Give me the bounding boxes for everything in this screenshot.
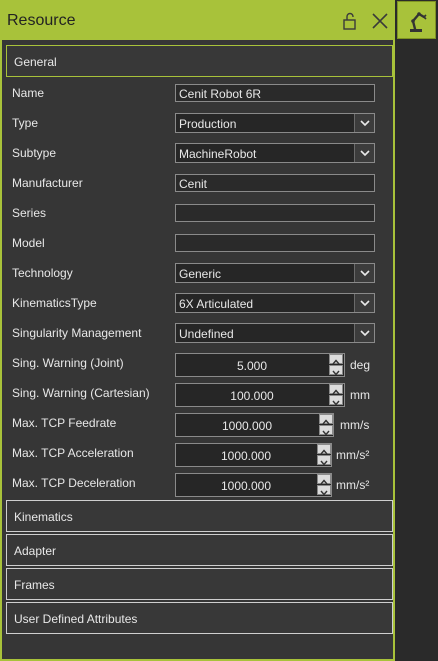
- name-field[interactable]: Cenit Robot 6R: [175, 84, 375, 102]
- section-kinematics[interactable]: Kinematics: [6, 500, 393, 532]
- sing-cart-spinner[interactable]: 100.000: [175, 383, 345, 407]
- tcp-dec-spinner[interactable]: 1000.000: [175, 473, 332, 497]
- type-value: Production: [179, 117, 237, 131]
- kinematics-type-select[interactable]: 6X Articulated: [175, 293, 375, 313]
- spin-up-icon[interactable]: [319, 414, 333, 425]
- technology-value: Generic: [179, 267, 222, 281]
- spin-up-icon[interactable]: [329, 384, 343, 395]
- spin-down-icon[interactable]: [329, 365, 343, 376]
- kinematics-type-value: 6X Articulated: [179, 297, 254, 311]
- tcp-dec-value: 1000.000: [220, 479, 272, 493]
- tcp-acc-value: 1000.000: [220, 449, 272, 463]
- tcp-feed-label: Max. TCP Feedrate: [12, 416, 117, 430]
- tcp-dec-unit: mm/s²: [336, 478, 370, 492]
- sing-joint-unit: deg: [350, 358, 371, 372]
- spin-down-icon[interactable]: [317, 485, 331, 496]
- tcp-feed-value: 1000.000: [221, 419, 273, 433]
- technology-select[interactable]: Generic: [175, 263, 375, 283]
- robot-arm-icon: [410, 12, 427, 32]
- model-label: Model: [12, 236, 45, 250]
- sing-joint-spinner[interactable]: 5.000: [175, 353, 345, 377]
- spin-down-icon[interactable]: [329, 395, 343, 406]
- tcp-acc-unit: mm/s²: [336, 448, 370, 462]
- tcp-acc-label: Max. TCP Acceleration: [12, 446, 134, 460]
- chevron-down-icon[interactable]: [354, 114, 374, 132]
- spin-down-icon[interactable]: [319, 425, 333, 436]
- tcp-acc-spinner[interactable]: 1000.000: [175, 443, 332, 467]
- section-general[interactable]: General: [6, 45, 393, 77]
- panel-titlebar: Resource: [2, 2, 393, 40]
- technology-label: Technology: [12, 266, 73, 280]
- sing-cart-unit: mm: [350, 388, 370, 402]
- sing-cart-value: 100.000: [230, 389, 274, 403]
- tcp-feed-unit: mm/s: [340, 418, 370, 432]
- panel-title: Resource: [7, 12, 76, 29]
- spin-up-icon[interactable]: [329, 354, 343, 365]
- chevron-down-icon[interactable]: [354, 264, 374, 282]
- chevron-down-icon[interactable]: [354, 294, 374, 312]
- chevron-down-icon[interactable]: [354, 324, 374, 342]
- kinematics-type-label: KinematicsType: [12, 296, 97, 310]
- model-field[interactable]: [175, 234, 375, 252]
- manufacturer-field[interactable]: Cenit: [175, 174, 375, 192]
- chevron-down-icon[interactable]: [354, 144, 374, 162]
- sing-joint-label: Sing. Warning (Joint): [12, 356, 124, 370]
- resource-panel: Resource General Name Cenit Robot 6R Typ…: [0, 0, 395, 661]
- tcp-dec-label: Max. TCP Deceleration: [12, 476, 136, 490]
- name-label: Name: [12, 86, 45, 100]
- section-frames[interactable]: Frames: [6, 568, 393, 600]
- resource-toggle-button[interactable]: [397, 1, 436, 39]
- singularity-select[interactable]: Undefined: [175, 323, 375, 343]
- singularity-value: Undefined: [179, 327, 234, 341]
- series-field[interactable]: [175, 204, 375, 222]
- section-user-defined[interactable]: User Defined Attributes: [6, 602, 393, 634]
- manufacturer-label: Manufacturer: [12, 176, 83, 190]
- subtype-label: Subtype: [12, 146, 57, 160]
- subtype-value: MachineRobot: [179, 147, 257, 161]
- side-toolbar: [395, 0, 438, 661]
- sing-joint-value: 5.000: [236, 359, 268, 373]
- singularity-label: Singularity Management: [12, 326, 142, 340]
- spin-up-icon[interactable]: [317, 444, 331, 455]
- subtype-select[interactable]: MachineRobot: [175, 143, 375, 163]
- section-adapter[interactable]: Adapter: [6, 534, 393, 566]
- close-icon[interactable]: [370, 11, 390, 31]
- type-select[interactable]: Production: [175, 113, 375, 133]
- spin-down-icon[interactable]: [317, 455, 331, 466]
- sing-cart-label: Sing. Warning (Cartesian): [12, 386, 150, 400]
- spin-up-icon[interactable]: [317, 474, 331, 485]
- unlock-icon[interactable]: [340, 11, 360, 31]
- type-label: Type: [12, 116, 39, 130]
- series-label: Series: [12, 206, 47, 220]
- tcp-feed-spinner[interactable]: 1000.000: [175, 413, 334, 437]
